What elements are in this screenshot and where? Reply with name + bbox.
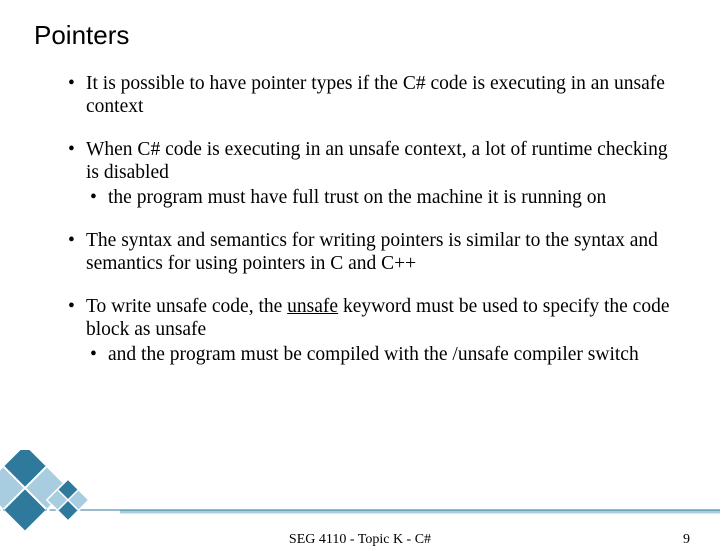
bullet-text: It is possible to have pointer types if … (86, 72, 680, 118)
bullet-text-pre: To write unsafe code, the (86, 296, 287, 317)
bullet-dot-icon: • (68, 229, 86, 275)
footer-text: SEG 4110 - Topic K - C# (0, 532, 720, 548)
slide-title: Pointers (34, 20, 129, 51)
bullet-dot-icon: • (90, 343, 108, 366)
sub-bullet-item: • the program must have full trust on th… (90, 186, 680, 209)
bullet-item: • It is possible to have pointer types i… (68, 72, 680, 118)
bullet-item: • The syntax and semantics for writing p… (68, 229, 680, 275)
bullet-text: The syntax and semantics for writing poi… (86, 229, 680, 275)
bullet-dot-icon: • (68, 138, 86, 184)
bullet-dot-icon: • (68, 295, 86, 341)
sub-bullet-text: and the program must be compiled with th… (108, 343, 680, 366)
slide: Pointers • It is possible to have pointe… (0, 0, 720, 540)
bullet-item: • To write unsafe code, the unsafe keywo… (68, 295, 680, 366)
bullet-text: To write unsafe code, the unsafe keyword… (86, 295, 680, 341)
page-number: 9 (683, 532, 690, 548)
sub-bullet-text: the program must have full trust on the … (108, 186, 680, 209)
bullet-text: When C# code is executing in an unsafe c… (86, 138, 680, 184)
bullet-dot-icon: • (68, 72, 86, 118)
slide-body: • It is possible to have pointer types i… (68, 72, 680, 366)
bullet-text-underline: unsafe (287, 296, 338, 317)
corner-ornament-icon (0, 450, 720, 540)
bullet-dot-icon: • (90, 186, 108, 209)
bullet-item: • When C# code is executing in an unsafe… (68, 138, 680, 209)
sub-bullet-item: • and the program must be compiled with … (90, 343, 680, 366)
